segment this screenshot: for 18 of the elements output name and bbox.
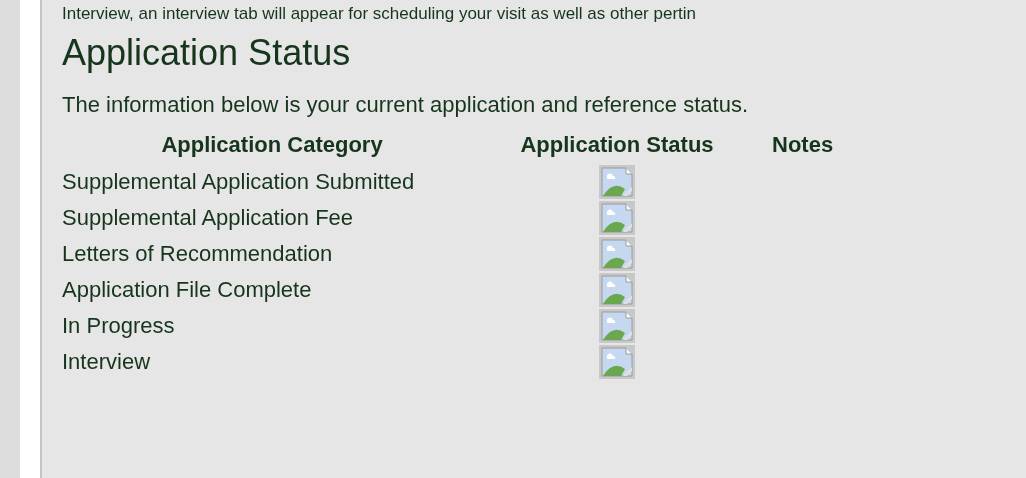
broken-image-icon <box>599 201 635 235</box>
table-cell-text: Letters of Recommendation <box>62 240 334 268</box>
page-heading: Application Status <box>62 32 352 74</box>
broken-image-icon <box>599 273 635 307</box>
broken-image-icon <box>599 237 635 271</box>
column-header: Application Category <box>160 132 384 159</box>
broken-image-icon <box>599 165 635 199</box>
table-cell-text: Interview <box>62 348 152 376</box>
table-cell-text: Supplemental Application Submitted <box>62 168 416 196</box>
broken-image-icon <box>599 309 635 343</box>
broken-image-icon <box>599 345 635 379</box>
intro-text: Interview, an interview tab will appear for scheduling your visit as well as other pertin <box>62 4 698 24</box>
column-header: Notes <box>771 132 834 159</box>
table-cell-text: In Progress <box>62 312 176 340</box>
column-header: Application Status <box>519 132 715 159</box>
table-cell-text: Supplemental Application Fee <box>62 204 355 232</box>
description-text: The information below is your current application and reference status. <box>62 92 750 118</box>
table-cell-text: Application File Complete <box>62 276 313 304</box>
